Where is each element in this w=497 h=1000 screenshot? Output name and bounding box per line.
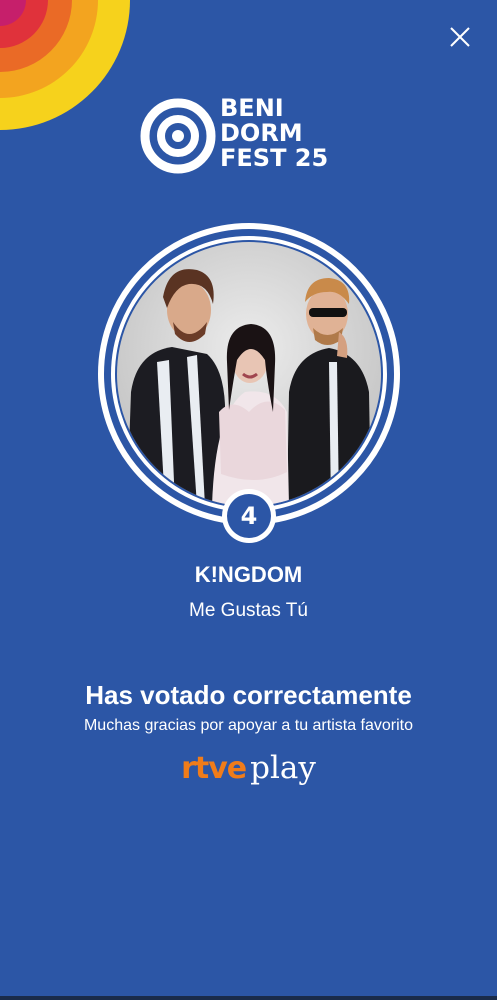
song-title: Me Gustas Tú — [189, 600, 308, 621]
artist-number-badge: 4 — [222, 489, 276, 543]
rtve-wordmark: rtve — [181, 751, 247, 786]
vote-confirmation-subtext: Muchas gracias por apoyar a tu artista f… — [83, 717, 414, 734]
target-logo-icon — [140, 98, 216, 174]
logo-line-2: DORM — [220, 119, 303, 147]
artist-photo — [117, 242, 381, 506]
rtve-play-logo: rtve play — [0, 750, 497, 786]
logo-line-3: FEST 25 — [220, 144, 329, 172]
benidorm-fest-logo: BENI DORM FEST 25 — [140, 96, 360, 176]
logo-line-1: BENI — [220, 94, 284, 122]
close-button[interactable] — [447, 24, 473, 50]
system-bottom-bar — [0, 996, 497, 1000]
artist-number: 4 — [227, 494, 271, 538]
decorative-arcs — [0, 0, 130, 130]
close-icon — [450, 27, 470, 47]
play-wordmark: play — [250, 750, 316, 786]
artist-group-image — [117, 242, 381, 506]
vote-confirmation-screen: BENI DORM FEST 25 4 K!NGDOM Me Gustas Tú… — [0, 0, 497, 1000]
logo-wordmark: BENI DORM FEST 25 — [220, 96, 328, 171]
artist-name: K!NGDOM — [194, 562, 303, 587]
vote-confirmation-heading: Has votado correctamente — [85, 680, 412, 710]
